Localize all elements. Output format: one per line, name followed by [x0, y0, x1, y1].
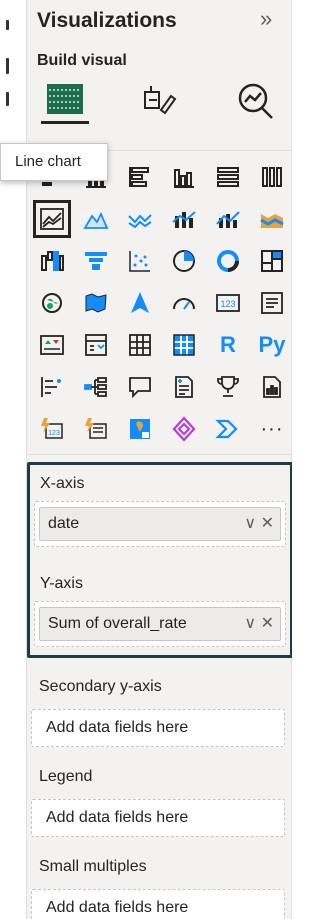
svg-text:123: 123	[48, 430, 60, 437]
field-controls: ∨ ✕	[244, 508, 274, 540]
close-icon[interactable]: ✕	[261, 615, 274, 632]
chevron-down-icon[interactable]: ∨	[244, 615, 256, 632]
qna-icon[interactable]	[121, 368, 159, 406]
line-and-clustered-column-chart-icon[interactable]	[209, 200, 247, 238]
legend-well[interactable]: Add data fields here	[31, 799, 285, 837]
treemap-icon[interactable]	[253, 242, 291, 280]
x-axis-well[interactable]: date ∨ ✕	[34, 501, 286, 547]
edge-mark	[6, 20, 9, 30]
chevron-down-icon[interactable]: ∨	[244, 515, 256, 532]
y-axis-well[interactable]: Sum of overall_rate ∨ ✕	[34, 601, 286, 647]
line-and-stacked-column-chart-icon[interactable]	[165, 200, 203, 238]
more-options-label: ···	[260, 417, 284, 440]
paginated-report-icon[interactable]	[253, 368, 291, 406]
build-visual-tabs	[37, 78, 282, 130]
format-visual-icon[interactable]	[135, 78, 183, 124]
100-stacked-bar-chart-icon[interactable]	[209, 158, 247, 196]
gauge-icon[interactable]	[165, 284, 203, 322]
x-axis-label: X-axis	[40, 475, 85, 492]
matrix-icon[interactable]	[165, 326, 203, 364]
pie-chart-icon[interactable]	[165, 242, 203, 280]
card-icon-text: 123	[220, 299, 235, 309]
small-multiples-well[interactable]: Add data fields here	[31, 889, 285, 919]
waterfall-chart-icon[interactable]	[33, 242, 71, 280]
multi-row-card-icon[interactable]	[253, 284, 291, 322]
secondary-y-axis-well[interactable]: Add data fields here	[31, 709, 285, 747]
y-axis-field-name: Sum of overall_rate	[48, 615, 187, 632]
axis-wells-highlight: X-axis date ∨ ✕ Y-axis Sum of overall_ra…	[27, 462, 293, 658]
area-chart-icon[interactable]	[77, 200, 115, 238]
build-visual-icon[interactable]	[41, 78, 89, 124]
filled-map-icon[interactable]	[77, 284, 115, 322]
power-apps-2-icon[interactable]	[165, 410, 203, 448]
map-icon[interactable]	[33, 284, 71, 322]
arcgis-map-icon[interactable]	[121, 410, 159, 448]
python-visual-icon[interactable]: Py	[253, 326, 291, 364]
secondary-y-axis-label: Secondary y-axis	[39, 678, 162, 695]
python-visual-label: Py	[258, 332, 286, 357]
funnel-icon[interactable]	[77, 242, 115, 280]
y-axis-label: Y-axis	[40, 575, 83, 592]
field-controls: ∨ ✕	[244, 608, 274, 640]
left-edge-strip	[0, 0, 26, 919]
decomposition-tree-icon[interactable]	[77, 368, 115, 406]
card-icon[interactable]: 123	[209, 284, 247, 322]
edge-mark	[6, 92, 9, 106]
line-chart-tooltip: Line chart	[0, 143, 108, 181]
small-multiples-label: Small multiples	[39, 858, 147, 875]
smart-narrative-icon[interactable]	[165, 368, 203, 406]
get-more-visuals-icon[interactable]	[209, 410, 247, 448]
x-axis-field-name: date	[48, 515, 80, 532]
key-influencers-icon[interactable]	[33, 368, 71, 406]
y-axis-field-pill[interactable]: Sum of overall_rate ∨ ✕	[39, 607, 281, 641]
r-visual-icon[interactable]: R	[209, 326, 247, 364]
table-icon[interactable]	[121, 326, 159, 364]
r-visual-label: R	[220, 332, 236, 357]
ribbon-chart-icon[interactable]	[253, 200, 291, 238]
analytics-icon[interactable]	[233, 78, 281, 124]
scatter-chart-icon[interactable]	[121, 242, 159, 280]
expand-pane-button[interactable]: »	[260, 6, 272, 32]
pane-title: Visualizations	[37, 9, 177, 32]
line-chart-icon[interactable]	[33, 200, 71, 238]
build-visual-label: Build visual	[37, 52, 127, 69]
legend-label: Legend	[39, 768, 93, 785]
slicer-icon[interactable]	[77, 326, 115, 364]
clustered-bar-chart-icon[interactable]	[121, 158, 159, 196]
kpi-icon[interactable]	[33, 326, 71, 364]
power-apps-icon[interactable]: 123	[33, 410, 71, 448]
divider	[27, 454, 293, 455]
azure-map-icon[interactable]	[121, 284, 159, 322]
goals-icon[interactable]	[209, 368, 247, 406]
visualizations-pane: Visualizations » Build visual 123 R Py 1…	[26, 0, 293, 919]
clustered-column-chart-icon[interactable]	[165, 158, 203, 196]
100-stacked-column-chart-icon[interactable]	[253, 158, 291, 196]
more-options-icon[interactable]: ···	[253, 410, 291, 448]
right-edge-strip	[292, 0, 302, 919]
donut-chart-icon[interactable]	[209, 242, 247, 280]
power-automate-icon[interactable]	[77, 410, 115, 448]
close-icon[interactable]: ✕	[261, 515, 274, 532]
edge-mark	[6, 58, 9, 74]
stacked-area-chart-icon[interactable]	[121, 200, 159, 238]
x-axis-field-pill[interactable]: date ∨ ✕	[39, 507, 281, 541]
